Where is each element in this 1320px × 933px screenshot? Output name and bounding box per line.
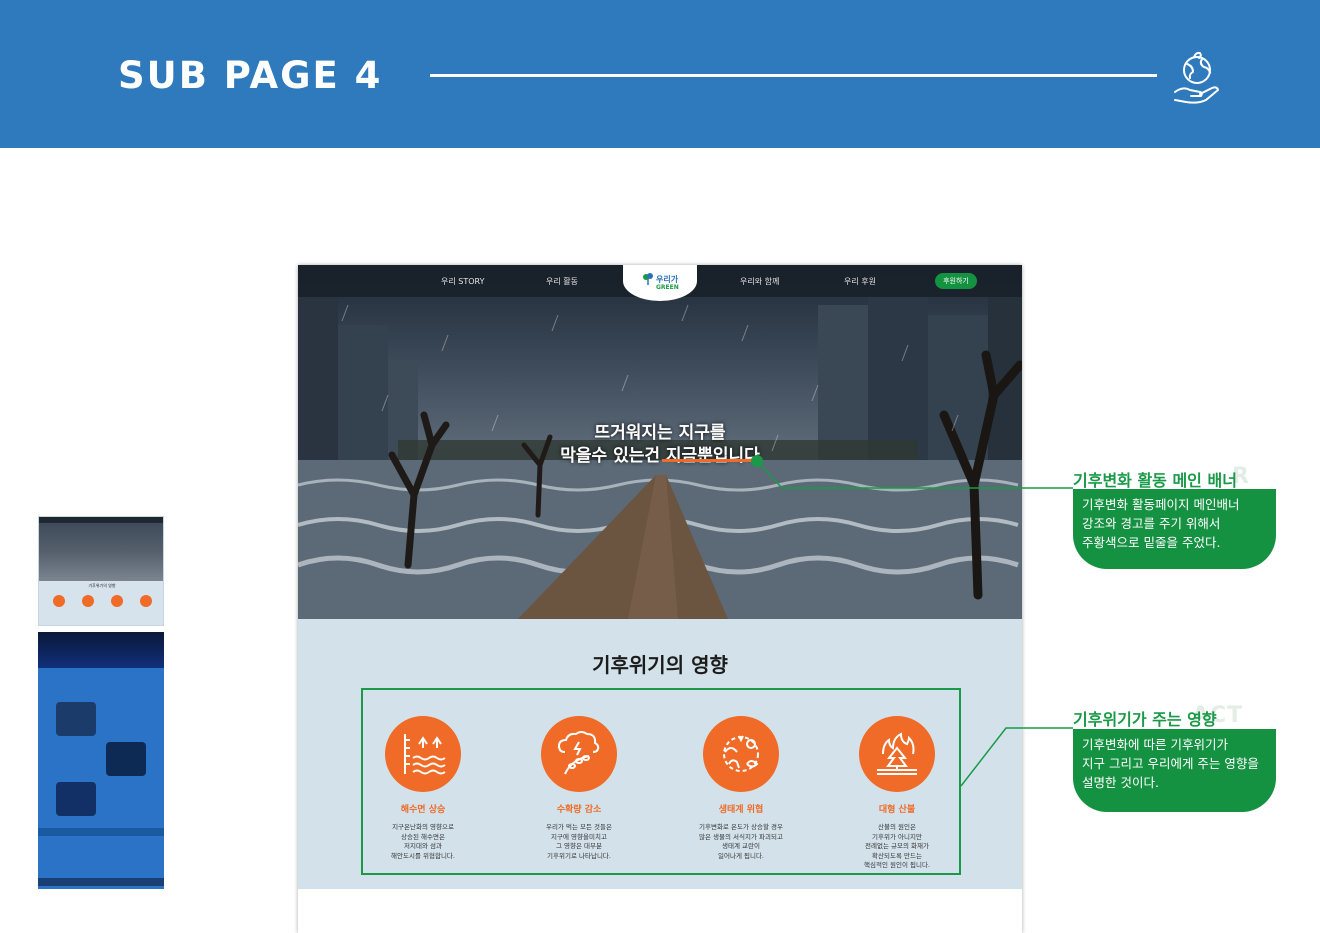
nav-item-activity[interactable]: 우리 활동 xyxy=(546,276,578,287)
nav-item-story[interactable]: 우리 STORY xyxy=(441,276,484,287)
annotation-title-impact: 기후위기가 주는 영향 xyxy=(1073,710,1217,729)
logo-text-bottom: GREEN xyxy=(656,284,679,291)
annotation-text-banner: 기후변화 활동페이지 메인배너 강조와 경고를 주기 위해서 주황색으로 밑줄을… xyxy=(1073,489,1276,569)
annotation-marker xyxy=(751,455,763,467)
annotation-text-impact: 기후변화에 따른 기후위기가 지구 그리고 우리에게 주는 영향을 설명한 것이… xyxy=(1073,729,1276,812)
nav-item-support[interactable]: 우리 후원 xyxy=(844,276,876,287)
annotation-title-banner: 기후변화 활동 메인 배너 xyxy=(1073,471,1237,490)
presentation-page: SUB PAGE 4 기후위기의 영향 뜨거워지는 지구를 막을수 있는건 지금… xyxy=(0,0,1320,933)
nav-item-together[interactable]: 우리와 함께 xyxy=(740,276,779,287)
tree-logo-icon xyxy=(643,273,653,285)
donate-button[interactable]: 후원하기 xyxy=(935,273,977,289)
